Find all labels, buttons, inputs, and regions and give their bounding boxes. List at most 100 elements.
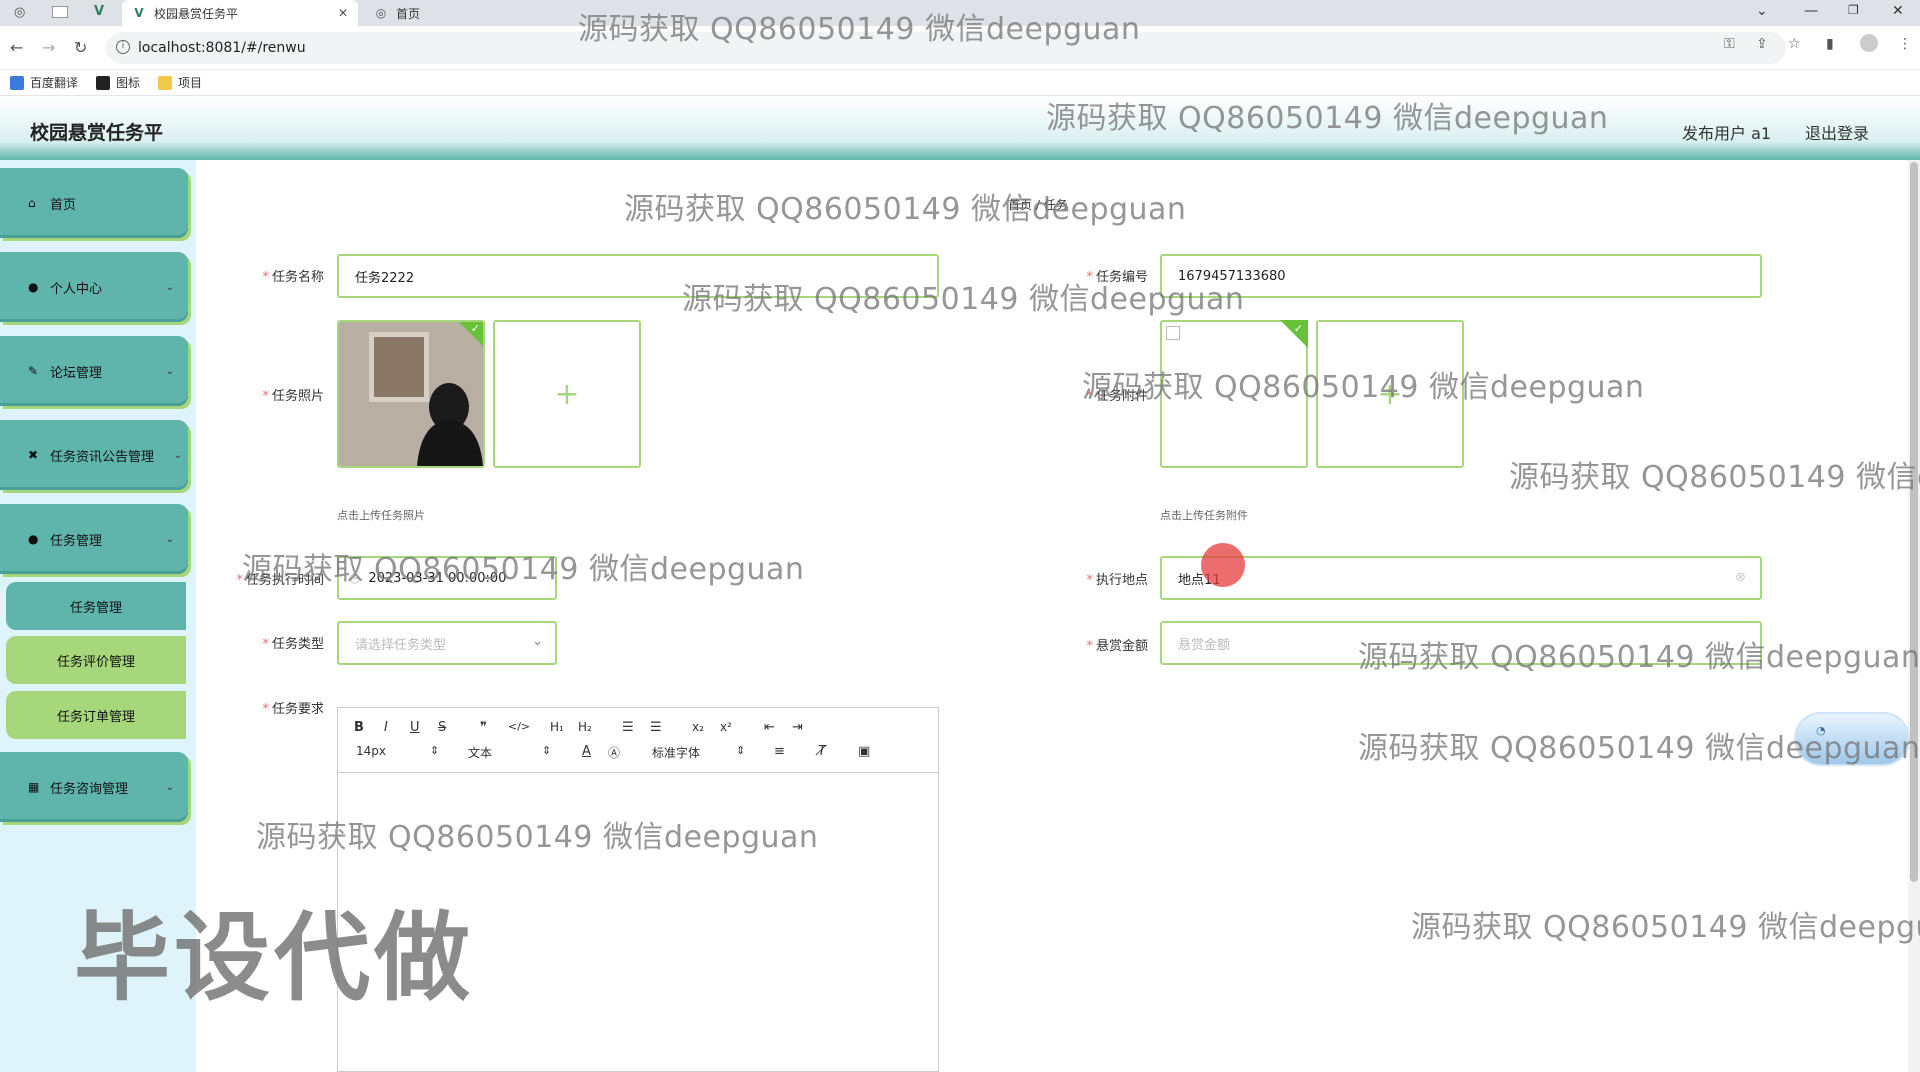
translate-icon [10,75,24,90]
menu-icon[interactable]: ⋮ [1898,36,1912,52]
file-upload-hint: 点击上传任务附件 [1160,509,1248,522]
check-icon: ✓ [470,322,480,335]
chevron-down-icon: ⌄ [173,449,182,461]
updown-icon: ⇕ [736,744,746,757]
restore-icon[interactable]: ❐ [1848,3,1859,17]
h1-icon[interactable]: H₁ [550,720,564,734]
watermark: 源码获取 QQ86050149 微信deepguan [682,282,1245,317]
photo-upload-button[interactable]: + [493,320,641,468]
plus-icon: + [554,376,580,412]
share-icon[interactable]: ⇪ [1756,36,1768,52]
close-tab-icon[interactable]: ✕ [338,6,348,20]
editor-toolbar-row2: 14px ⇕ 文本 ⇕ A Ⓐ 标准字体 ⇕ ≡ T̸ ▣ [338,740,938,764]
scrollbar-thumb[interactable] [1910,162,1918,882]
watermark: 源码获取 QQ86050149 微信deepgua [1411,910,1920,945]
place-input[interactable]: 地点11 ⊗ [1160,556,1762,600]
url-text: localhost:8081/#/renwu [138,40,306,56]
tab-home[interactable]: ◎ 首页 [364,0,564,26]
ordered-list-icon[interactable]: ☰ [622,720,634,735]
quote-icon[interactable]: ❞ [480,720,487,735]
watermark: 源码获取 QQ86050149 微信deepguan [1046,101,1609,136]
outdent-icon[interactable]: ⇤ [764,720,775,735]
image-insert-icon[interactable]: ▣ [858,744,870,759]
text-style-select[interactable]: 文本 [468,744,492,761]
sidebar-item-consult[interactable]: ▦ 任务咨询管理 ⌄ [0,752,188,822]
sidepanel-icon[interactable]: ▮ [1826,36,1834,52]
font-color-icon[interactable]: A [582,744,591,759]
chevron-down-icon: ⌄ [532,634,543,649]
user-icon: ● [28,280,39,294]
bullet-list-icon[interactable]: ☰ [650,720,662,735]
big-watermark: 毕设代做 [74,902,474,1014]
click-cursor-marker [1201,543,1245,587]
sidebar-item-home[interactable]: ⌂ 首页 [0,168,188,238]
watermark: 源码获取 QQ86050149 微信deepguan [256,820,819,855]
watermark: 源码获取 QQ86050149 微信deepguan [1358,731,1920,766]
reload-icon[interactable]: ↻ [74,38,87,57]
underline-icon[interactable]: U [410,720,420,735]
label-task-photo: * 任务照片 [262,389,324,404]
forum-icon: ✎ [28,364,39,378]
chevron-up-icon: ⌄ [165,533,174,545]
sidebar-item-task[interactable]: ● 任务管理 ⌄ [0,504,188,574]
bookmark-translate[interactable]: 百度翻译 [10,74,78,91]
bookmark-icons[interactable]: 图标 [96,74,140,91]
sidebar-subitem-order[interactable]: 任务订单管理 [6,691,186,739]
h2-icon[interactable]: H₂ [578,720,592,734]
label-requirements: * 任务要求 [262,702,324,717]
watermark: 源码获取 QQ86050149 微信deepguan [242,552,805,587]
task-photo-thumbnail[interactable]: ✓ [337,320,485,468]
tab-active[interactable]: V 校园悬赏任务平 ✕ [122,0,358,26]
indent-icon[interactable]: ⇥ [792,720,803,735]
watermark: 源码获取 QQ86050149 微信deepguan [1358,640,1920,675]
italic-icon[interactable]: I [384,720,388,735]
back-icon[interactable]: ← [10,38,23,57]
font-family-select[interactable]: 标准字体 [652,744,700,761]
vue-icon[interactable]: V [94,4,104,19]
font-size-select[interactable]: 14px [356,744,386,758]
watermark: 源码获取 QQ86050149 微信d [1509,460,1920,495]
task-code-input[interactable]: 1679457133680 [1160,254,1762,298]
sidebar-item-personal[interactable]: ● 个人中心 ⌄ [0,252,188,322]
minimize-icon[interactable]: — [1804,3,1818,19]
subscript-icon[interactable]: x₂ [692,720,704,734]
clear-icon[interactable]: ⊗ [1735,570,1746,585]
blank-tab-icon[interactable] [52,6,68,18]
chevron-down-icon[interactable]: ⌄ [1756,3,1768,19]
bookmark-project[interactable]: 项目 [158,74,202,91]
label-task-type: * 任务类型 [262,637,324,652]
align-icon[interactable]: ≡ [774,744,785,759]
logout-link[interactable]: 退出登录 [1805,120,1869,144]
bg-color-icon[interactable]: Ⓐ [608,744,620,761]
check-icon: ✓ [1293,322,1303,335]
globe-icon[interactable]: ◎ [14,5,25,20]
profile-icon[interactable] [1860,34,1878,52]
bold-icon[interactable]: B [354,720,364,735]
news-icon: ✖ [28,448,39,462]
clear-format-icon[interactable]: T̸ [818,744,826,759]
updown-icon: ⇕ [542,744,552,757]
sidebar-subitem-review[interactable]: 任务评价管理 [6,636,186,684]
strike-icon[interactable]: S [438,720,446,735]
chevron-down-icon: ⌄ [165,281,174,293]
sidebar-item-news[interactable]: ✖ 任务资讯公告管理 ⌄ [0,420,188,490]
forward-icon[interactable]: → [42,38,55,57]
label-reward: * 悬赏金额 [1086,639,1148,654]
bookmarks-bar: 百度翻译 图标 项目 [0,70,1920,96]
grid-icon: ▦ [28,780,40,794]
info-icon[interactable]: i [116,40,130,54]
superscript-icon[interactable]: x² [720,720,732,734]
label-place: * 执行地点 [1086,573,1148,588]
sidebar-subitem-task[interactable]: 任务管理 [6,582,186,630]
app-header: 校园悬赏任务平 发布用户 a1 退出登录 [0,98,1920,160]
photo-upload-hint: 点击上传任务照片 [337,509,425,522]
sidebar-item-forum[interactable]: ✎ 论坛管理 ⌄ [0,336,188,406]
key-icon[interactable]: ⚿ [1724,36,1735,52]
globe-icon: ◎ [375,6,387,20]
close-window-icon[interactable]: ✕ [1892,3,1904,19]
task-type-select[interactable]: 请选择任务类型 ⌄ [337,621,557,665]
star-icon[interactable]: ☆ [1788,36,1801,52]
folder-icon [158,75,173,90]
code-icon[interactable]: </> [508,720,530,733]
vue-favicon-icon: V [134,6,144,20]
